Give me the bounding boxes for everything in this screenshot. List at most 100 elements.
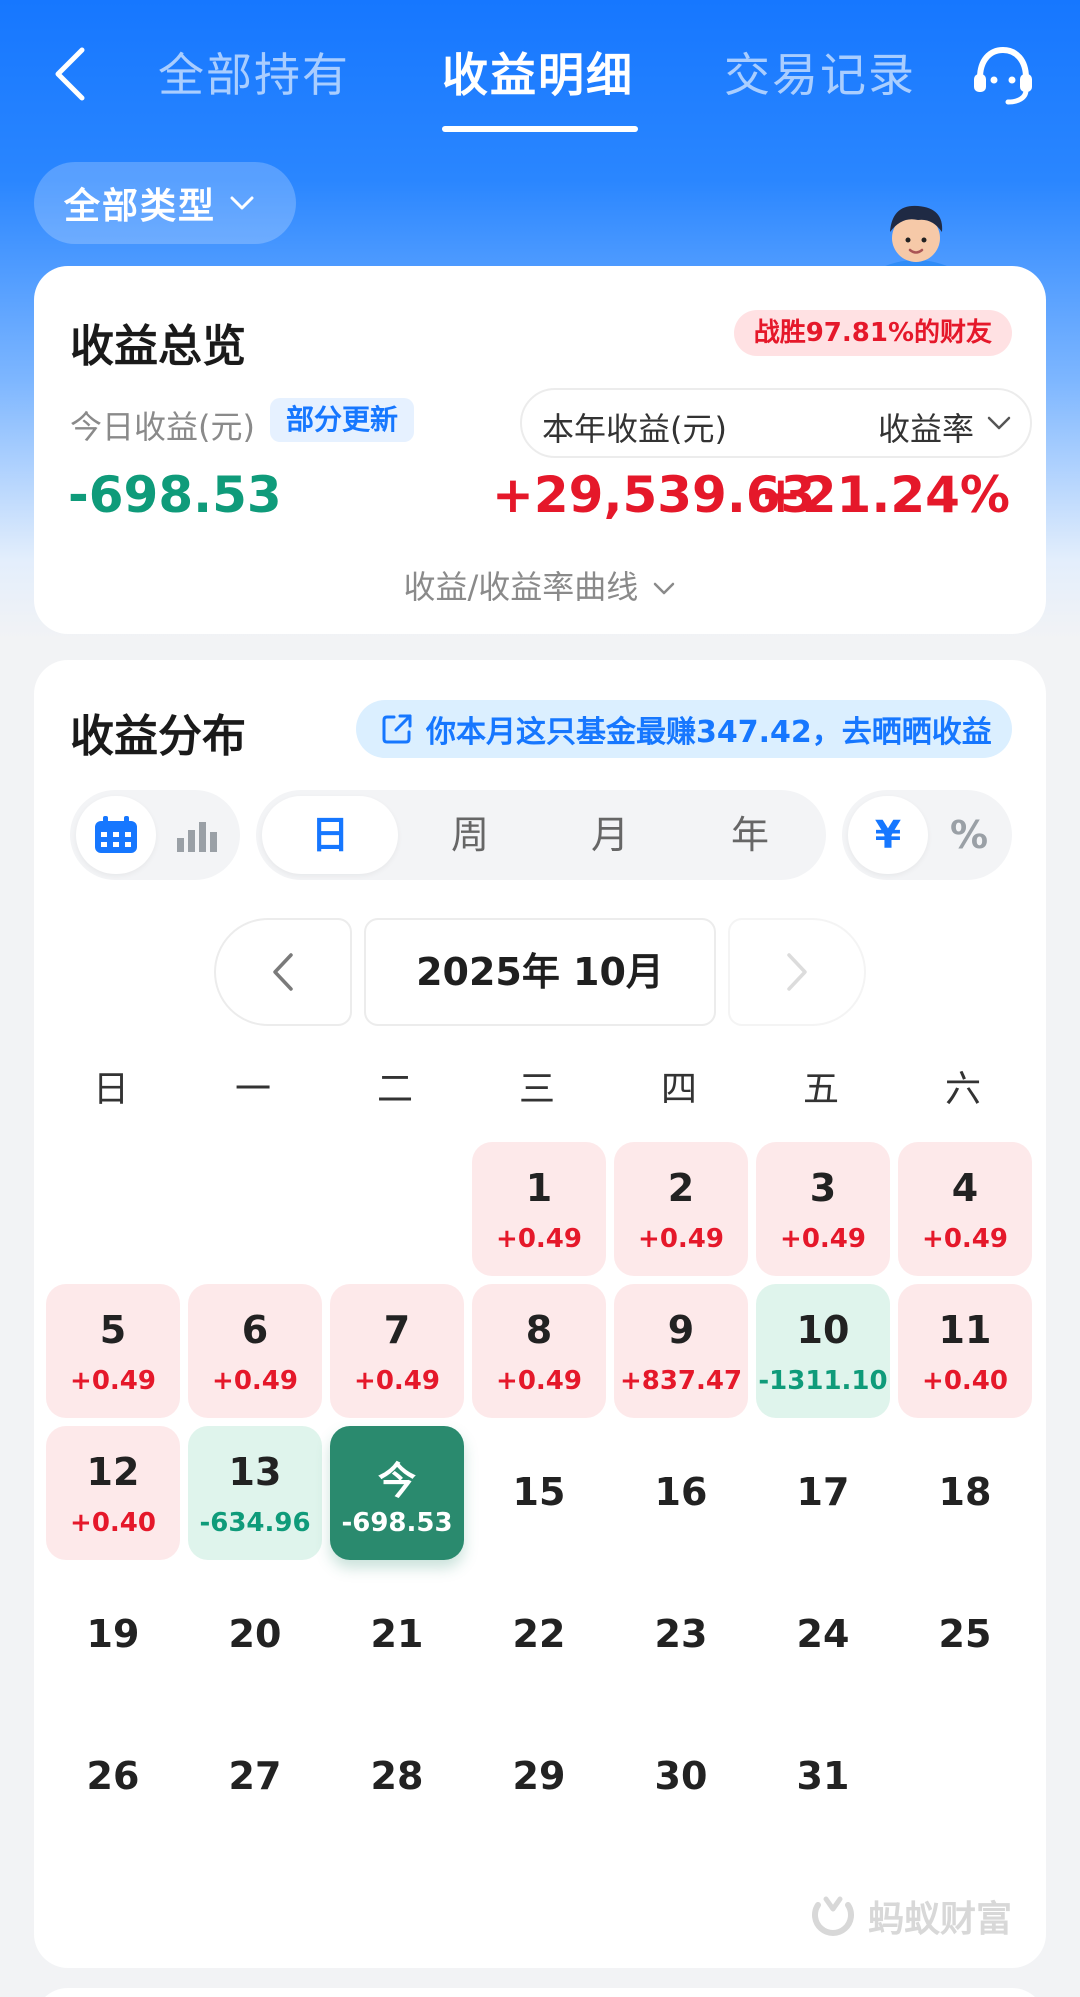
period-tab-week[interactable]: 周: [404, 790, 536, 880]
back-button[interactable]: [40, 44, 100, 104]
weekday-sun: 日: [92, 1069, 129, 1110]
calendar-day[interactable]: 4 +0.49: [898, 1142, 1032, 1276]
next-month-button[interactable]: [728, 918, 866, 1026]
chevron-down-icon: [654, 582, 675, 595]
calendar-day[interactable]: 6 +0.49: [188, 1284, 322, 1418]
calendar-day[interactable]: 9 +837.47: [614, 1284, 748, 1418]
return-rate-label: 收益率: [877, 410, 974, 448]
calendar-day[interactable]: 3 +0.49: [756, 1142, 890, 1276]
brand-text: 蚂蚁财富: [867, 1899, 1012, 1940]
customer-service-button[interactable]: [970, 42, 1036, 108]
calendar-day-earnings: +0.49: [638, 1224, 724, 1254]
calendar-day[interactable]: 20: [188, 1568, 322, 1702]
calendar-day[interactable]: 1 +0.49: [472, 1142, 606, 1276]
calendar-day-number: 25: [938, 1612, 992, 1656]
weekday-tue: 二: [376, 1069, 413, 1110]
calendar-day[interactable]: 24: [756, 1568, 890, 1702]
calendar-day[interactable]: 7 +0.49: [330, 1284, 464, 1418]
active-tab-indicator: [442, 126, 638, 132]
calendar-day-number: 21: [370, 1612, 424, 1656]
previous-month-button[interactable]: [214, 918, 352, 1026]
year-earnings-label: 本年收益(元): [542, 410, 727, 448]
calendar-day-number: 6: [241, 1308, 269, 1352]
headset-icon: [974, 46, 1032, 105]
period-tabs: 日 周 月 年: [256, 790, 826, 880]
today-earnings-label: 今日收益(元): [70, 408, 255, 446]
calendar-day-earnings: +0.49: [496, 1366, 582, 1396]
chart-view-button[interactable]: [158, 790, 236, 880]
calendar-day[interactable]: 19: [46, 1568, 180, 1702]
calendar-day-number: 19: [86, 1612, 140, 1656]
view-toggle: [70, 790, 240, 880]
calendar-day[interactable]: 5 +0.49: [46, 1284, 180, 1418]
calendar-day-earnings: -634.96: [199, 1508, 311, 1538]
calendar-day-number: 5: [99, 1308, 127, 1352]
calendar-day[interactable]: 16: [614, 1426, 748, 1560]
calendar-day[interactable]: 29: [472, 1710, 606, 1844]
tab-transactions[interactable]: 交易记录: [724, 40, 916, 110]
calendar-day-today[interactable]: 今 -698.53: [330, 1426, 464, 1560]
period-tab-day[interactable]: 日: [262, 790, 398, 880]
unit-amount-button[interactable]: ¥: [848, 790, 928, 880]
calendar-day-number: 26: [86, 1754, 140, 1798]
calendar-day-number: 28: [370, 1754, 424, 1798]
calendar-day-number: 15: [512, 1470, 566, 1514]
calendar-day[interactable]: 18: [898, 1426, 1032, 1560]
return-rate-value: +21.24%: [759, 466, 1010, 524]
calendar-day-earnings: -1311.10: [758, 1366, 888, 1396]
ranking-badge[interactable]: 战胜97.81%的财友: [733, 310, 1012, 356]
weekday-thu: 四: [660, 1069, 697, 1110]
top-navigation: 全部持有 收益明细 交易记录: [0, 0, 1080, 150]
calendar-day[interactable]: 26: [46, 1710, 180, 1844]
type-filter-dropdown[interactable]: 全部类型: [34, 162, 296, 244]
share-text: 你本月这只基金最赚347.42，去晒晒收益: [426, 715, 992, 750]
calendar-day[interactable]: 15: [472, 1426, 606, 1560]
earnings-distribution-card: 收益分布 你本月这只基金最赚347.42，去晒晒收益 日 周 月 年 ¥ % 2…: [34, 660, 1046, 1968]
calendar-day[interactable]: 22: [472, 1568, 606, 1702]
calendar-day[interactable]: 2 +0.49: [614, 1142, 748, 1276]
calendar-day-number: 4: [951, 1166, 979, 1210]
calendar-day-number: 2: [667, 1166, 695, 1210]
curve-toggle-button[interactable]: 收益/收益率曲线: [34, 562, 1046, 608]
bar-chart-icon: [177, 822, 217, 852]
calendar-day-number: 31: [796, 1754, 850, 1798]
calendar-day-number: 12: [86, 1450, 140, 1494]
share-earnings-banner[interactable]: 你本月这只基金最赚347.42，去晒晒收益: [356, 700, 1012, 758]
calendar-day[interactable]: 31: [756, 1710, 890, 1844]
calendar-day[interactable]: 13 -634.96: [188, 1426, 322, 1560]
chevron-down-icon: [230, 196, 254, 210]
calendar-day[interactable]: 8 +0.49: [472, 1284, 606, 1418]
calendar-day-number: 18: [938, 1470, 992, 1514]
share-icon: [382, 714, 412, 744]
ant-fortune-logo-icon: [811, 1896, 854, 1936]
tab-all-holdings[interactable]: 全部持有: [158, 40, 350, 110]
year-metric-selector[interactable]: 本年收益(元) 收益率: [520, 388, 1032, 458]
calendar-day-earnings: +0.49: [780, 1224, 866, 1254]
period-tab-month[interactable]: 月: [544, 790, 676, 880]
partial-update-badge: 部分更新: [270, 398, 415, 442]
type-filter-label: 全部类型: [64, 186, 217, 227]
calendar-day[interactable]: 17: [756, 1426, 890, 1560]
tab-earnings-detail[interactable]: 收益明细: [442, 40, 634, 110]
next-section-card: [34, 1988, 1046, 1997]
calendar-view-button[interactable]: [76, 790, 156, 880]
calendar-day-earnings: +0.40: [70, 1508, 156, 1538]
unit-percent-button[interactable]: %: [930, 790, 1008, 880]
calendar-day-number: 13: [228, 1450, 282, 1494]
calendar-day-number: 1: [525, 1166, 553, 1210]
calendar-day[interactable]: 11 +0.40: [898, 1284, 1032, 1418]
calendar-day-earnings: +0.40: [922, 1366, 1008, 1396]
period-tab-year[interactable]: 年: [684, 790, 816, 880]
calendar-day-number: 7: [383, 1308, 411, 1352]
calendar-day[interactable]: 25: [898, 1568, 1032, 1702]
calendar-day[interactable]: 10 -1311.10: [756, 1284, 890, 1418]
month-label[interactable]: 2025年 10月: [364, 918, 716, 1026]
calendar-day[interactable]: 30: [614, 1710, 748, 1844]
calendar-day-earnings: +837.47: [619, 1366, 743, 1396]
calendar-day[interactable]: 23: [614, 1568, 748, 1702]
calendar-day[interactable]: 27: [188, 1710, 322, 1844]
calendar-day[interactable]: 12 +0.40: [46, 1426, 180, 1560]
calendar-day[interactable]: 28: [330, 1710, 464, 1844]
distribution-title: 收益分布: [70, 711, 246, 762]
calendar-day[interactable]: 21: [330, 1568, 464, 1702]
